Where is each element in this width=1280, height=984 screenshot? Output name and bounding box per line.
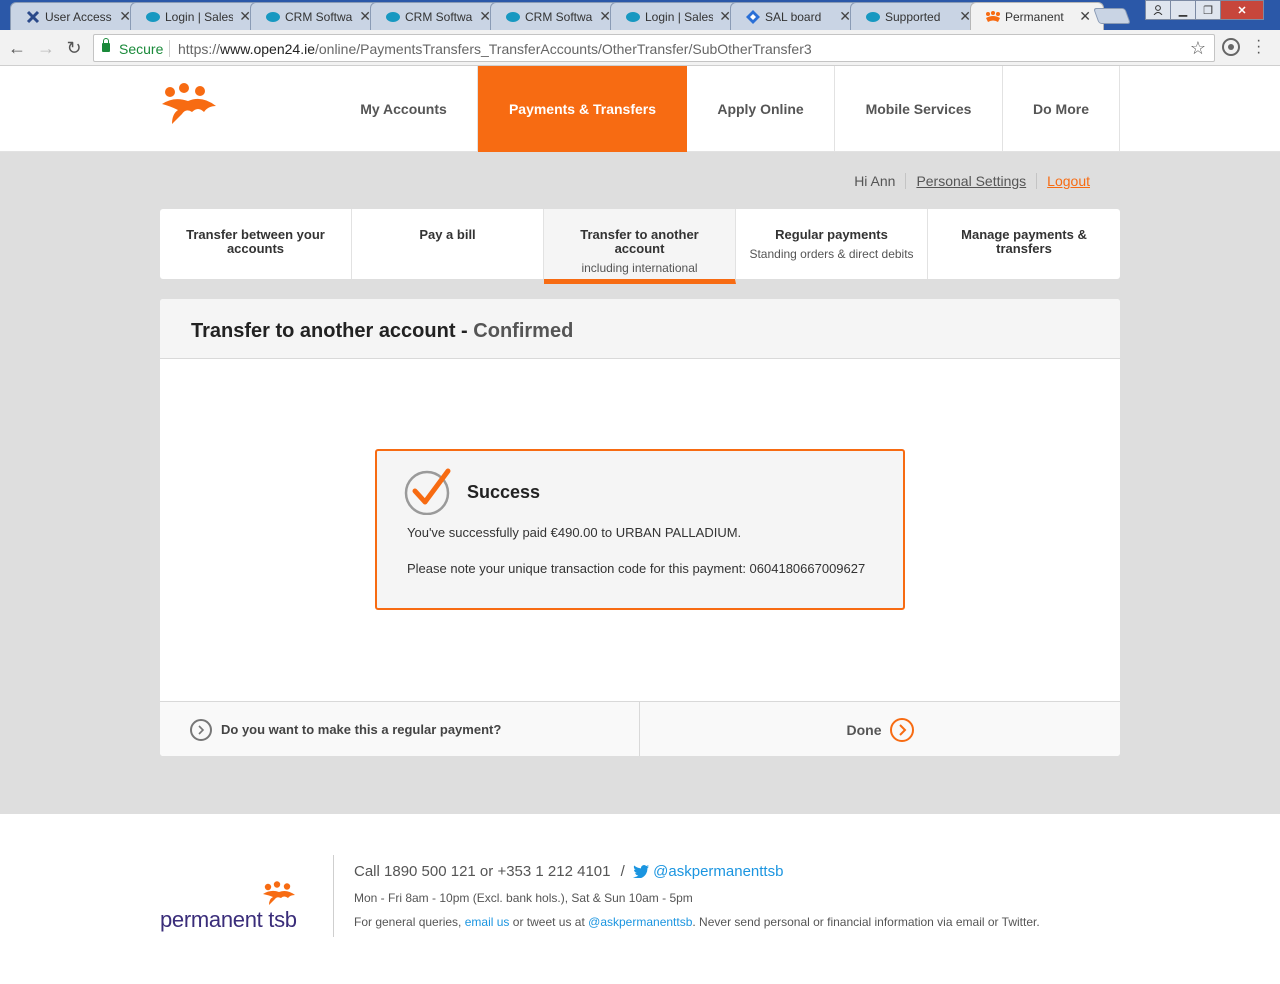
restore-icon[interactable]: ❐ [1195, 0, 1221, 20]
tab-transfer-to-another-account[interactable]: Transfer to another account including in… [544, 209, 736, 284]
extension-icon[interactable] [1222, 38, 1240, 56]
browser-tab[interactable]: SAL board ✕ [730, 2, 864, 30]
chevron-right-icon [190, 718, 212, 741]
browser-tab-title: Supported [885, 10, 941, 24]
salesforce-cloud-icon [505, 9, 521, 25]
transaction-code-text: Please note your unique transaction code… [407, 561, 866, 576]
status-label: Confirmed [473, 320, 574, 342]
bookmark-star-icon[interactable]: ☆ [1190, 38, 1206, 59]
browser-tab-strip: User Access ✕ Login | Salesforce ✕ CRM S… [0, 0, 1280, 30]
brand-name: permanent tsb [160, 907, 297, 932]
payments-subtabs: Transfer between your accounts Pay a bil… [160, 209, 1120, 284]
subtab-label: Pay a bill [419, 227, 476, 242]
subtab-label: Transfer to another account [580, 227, 699, 256]
user-menu: Hi Ann Personal Settings Logout [844, 173, 1090, 189]
browser-tab-active[interactable]: Permanent ✕ [970, 2, 1104, 30]
back-icon[interactable]: ← [6, 37, 28, 59]
browser-tab[interactable]: CRM Software ✕ [370, 2, 504, 30]
browser-tab[interactable]: User Access ✕ [10, 2, 144, 30]
tab-pay-a-bill[interactable]: Pay a bill [352, 209, 544, 279]
browser-tab[interactable]: Login | Salesforce ✕ [130, 2, 264, 30]
nav-mobile-services[interactable]: Mobile Services [835, 66, 1003, 152]
window-close-icon[interactable]: ✕ [1220, 0, 1264, 20]
subtab-sublabel: Standing orders & direct debits [749, 247, 914, 261]
browser-toolbar: ← → ↻ Secure https://www.open24.ie/onlin… [0, 30, 1280, 66]
url-text: https://www.open24.ie/online/PaymentsTra… [178, 41, 812, 57]
logout-link[interactable]: Logout [1037, 173, 1090, 189]
personal-settings-link[interactable]: Personal Settings [906, 173, 1038, 189]
subtab-label: Transfer between your accounts [186, 227, 325, 256]
success-title: Success [467, 482, 541, 502]
nav-payments-transfers[interactable]: Payments & Transfers [478, 66, 687, 156]
payment-confirmation-text: You've successfully paid €490.00 to URBA… [407, 525, 742, 540]
subtab-sublabel: including international [581, 261, 698, 275]
done-label: Done [846, 721, 882, 738]
user-profile-icon[interactable] [1145, 0, 1171, 20]
ptsb-brand-logo: permanent tsb [160, 879, 310, 939]
main-navigation: My Accounts Payments & Transfers Apply O… [330, 66, 1120, 156]
contact-phone: Call 1890 500 121 or +353 1 212 4101 / @… [354, 863, 784, 880]
email-us-link[interactable]: email us [465, 915, 510, 929]
page-title: Transfer to another account - Confirmed [160, 299, 1120, 359]
browser-menu-icon[interactable]: · · · [1256, 33, 1261, 61]
minimize-icon[interactable]: ▁ [1170, 0, 1196, 20]
opening-hours: Mon - Fri 8am - 10pm (Excl. bank hols.),… [354, 891, 693, 905]
browser-tab-title: CRM Software [405, 10, 473, 24]
browser-tab-title: User Access [45, 10, 112, 24]
salesforce-cloud-icon [865, 9, 881, 25]
close-icon[interactable]: ✕ [1079, 8, 1091, 24]
chevron-right-icon [889, 717, 914, 742]
lock-icon [102, 38, 110, 52]
subtab-label: Regular payments [775, 227, 888, 242]
browser-tab-title: CRM Software [285, 10, 353, 24]
ptsb-people-icon [985, 9, 1001, 25]
salesforce-cloud-icon [145, 9, 161, 25]
browser-tab-title: Permanent [1005, 10, 1064, 24]
secure-label: Secure [119, 41, 164, 57]
browser-tab-title: Login | Salesforce [165, 10, 233, 24]
tab-regular-payments[interactable]: Regular payments Standing orders & direc… [736, 209, 928, 279]
browser-tab-title: SAL board [765, 10, 822, 24]
reload-icon[interactable]: ↻ [63, 37, 85, 59]
salesforce-cloud-icon [385, 9, 401, 25]
twitter-bird-icon [632, 863, 653, 880]
window-controls: ▁ ❐ ✕ [1145, 0, 1264, 20]
browser-tab-title: Login | Salesforce [645, 10, 713, 24]
ptsb-people-icon [263, 881, 295, 905]
nav-apply-online[interactable]: Apply Online [687, 66, 835, 152]
jira-x-icon [25, 9, 41, 25]
browser-tab-title: CRM Software [525, 10, 593, 24]
forward-icon[interactable]: → [35, 37, 57, 59]
salesforce-cloud-icon [265, 9, 281, 25]
address-bar[interactable]: Secure https://www.open24.ie/online/Paym… [93, 34, 1215, 62]
site-footer: permanent tsb Call 1890 500 121 or +353 … [0, 814, 1280, 984]
make-regular-payment-button[interactable]: Do you want to make this a regular payme… [160, 702, 640, 756]
browser-tab[interactable]: CRM Software ✕ [490, 2, 624, 30]
panel-actions: Do you want to make this a regular payme… [160, 701, 1120, 756]
done-button[interactable]: Done [640, 702, 1120, 756]
nav-my-accounts[interactable]: My Accounts [330, 66, 478, 152]
checkmark-icon [404, 467, 452, 516]
browser-tab[interactable]: CRM Software ✕ [250, 2, 384, 30]
ptsb-logo-icon[interactable] [160, 82, 218, 128]
twitter-link[interactable]: @askpermanenttsb [588, 915, 692, 929]
general-queries-text: For general queries, email us or tweet u… [354, 915, 1040, 929]
browser-tab[interactable]: Supported ✕ [850, 2, 984, 30]
browser-tab[interactable]: Login | Salesforce ✕ [610, 2, 744, 30]
confirmation-panel: Transfer to another account - Confirmed … [160, 299, 1120, 756]
nav-do-more[interactable]: Do More [1003, 66, 1120, 152]
subtab-label: Manage payments & transfers [961, 227, 1087, 256]
user-greeting: Hi Ann [844, 173, 907, 189]
jira-diamond-icon [745, 9, 761, 25]
tab-manage-payments-transfers[interactable]: Manage payments & transfers [928, 209, 1120, 279]
regular-payment-label: Do you want to make this a regular payme… [221, 722, 502, 737]
new-tab-button[interactable] [1093, 8, 1131, 24]
site-header: My Accounts Payments & Transfers Apply O… [0, 66, 1280, 156]
salesforce-cloud-icon [625, 9, 641, 25]
success-message-box: Success You've successfully paid €490.00… [375, 449, 905, 610]
twitter-handle-link[interactable]: @askpermanenttsb [653, 863, 783, 880]
tab-transfer-between-accounts[interactable]: Transfer between your accounts [160, 209, 352, 279]
